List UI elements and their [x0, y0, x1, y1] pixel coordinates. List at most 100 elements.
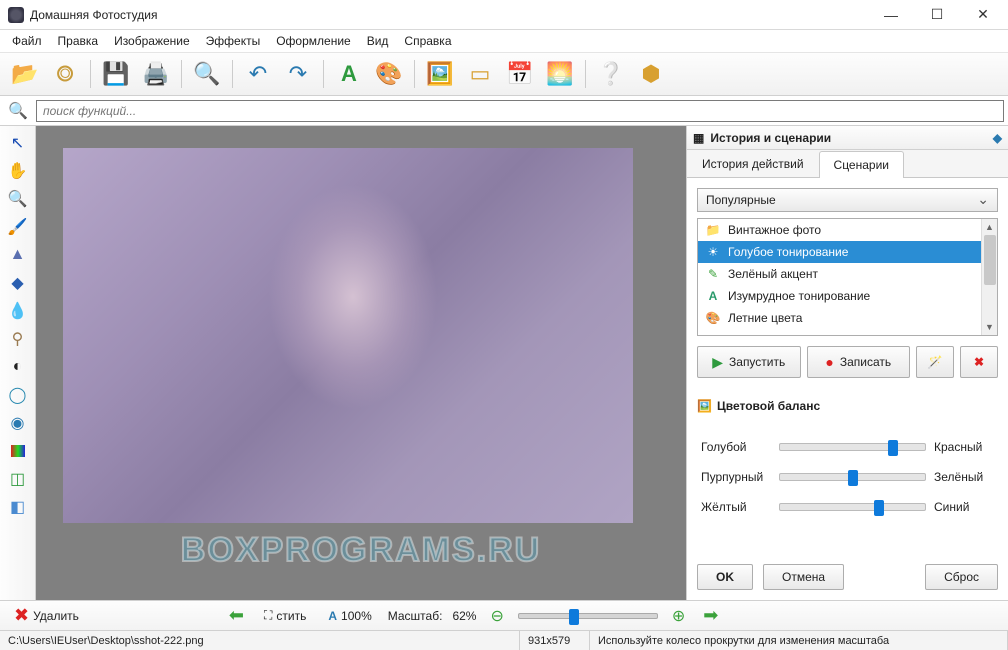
stamp-tool-icon[interactable]: ⚲ [4, 326, 32, 352]
right-panel-body: Популярные 📁 Винтажное фото ☀ Голубое то… [687, 178, 1008, 558]
search-icon[interactable]: 🔍 [0, 101, 36, 121]
delete-button[interactable]: ✖ Удалить [8, 603, 85, 628]
swirl-tool-icon[interactable]: ◯ [4, 382, 32, 408]
preset-label: Изумрудное тонирование [728, 289, 870, 303]
film-reel-icon[interactable]: ⭗ [46, 56, 84, 92]
drop-light-tool-icon[interactable]: ◆ [4, 270, 32, 296]
maximize-button[interactable]: ☐ [914, 0, 960, 30]
cancel-button[interactable]: Отмена [763, 564, 844, 590]
home-icon[interactable]: ⬢ [632, 56, 670, 92]
minimize-button[interactable]: — [868, 0, 914, 30]
search-row: 🔍 [0, 96, 1008, 126]
blur-tool-icon[interactable]: 💧 [4, 298, 32, 324]
canvas-area[interactable]: BOXPROGRAMS.RU [36, 126, 686, 600]
menu-edit[interactable]: Правка [50, 31, 107, 51]
toolbar-separator [323, 60, 324, 88]
menu-image[interactable]: Изображение [106, 31, 198, 51]
drop-dark-tool-icon[interactable]: ▲ [4, 242, 32, 268]
save-icon[interactable]: 💾 [97, 56, 135, 92]
zoom-100-button[interactable]: A 100% [322, 607, 377, 625]
menu-effects[interactable]: Эффекты [198, 31, 269, 51]
record-icon: ● [825, 354, 833, 370]
menu-view[interactable]: Вид [359, 31, 397, 51]
menu-design[interactable]: Оформление [268, 31, 358, 51]
fit-icon: ⛶ [264, 608, 272, 623]
next-image-icon[interactable]: ➡ [699, 605, 722, 626]
pencil-icon: ✎ [706, 267, 720, 281]
preset-item-emerald-toning[interactable]: A Изумрудное тонирование [698, 285, 997, 307]
color-bars-tool-icon[interactable] [4, 438, 32, 464]
image-frame-icon[interactable]: ▭ [461, 56, 499, 92]
slider-thumb[interactable] [874, 500, 884, 516]
right-panel-tabs: История действий Сценарии [687, 150, 1008, 178]
delete-action-button[interactable]: ✖ [960, 346, 998, 378]
balance-slider-magenta-green[interactable] [779, 473, 926, 481]
eraser-tool-icon[interactable]: ◧ [4, 494, 32, 520]
titlebar: Домашняя Фотостудия — ☐ ✕ [0, 0, 1008, 30]
preset-item-summer-colors[interactable]: 🎨 Летние цвета [698, 307, 997, 329]
eye-tool-icon[interactable]: ◉ [4, 410, 32, 436]
help-icon[interactable]: ❔ [592, 56, 630, 92]
tab-history[interactable]: История действий [687, 150, 819, 177]
toolbar-separator [181, 60, 182, 88]
balance-slider-cyan-red[interactable] [779, 443, 926, 451]
close-button[interactable]: ✕ [960, 0, 1006, 30]
fit-button[interactable]: ⛶ стить [258, 606, 312, 625]
zoom-100-label: 100% [341, 609, 372, 623]
balance-slider-yellow-blue[interactable] [779, 503, 926, 511]
zoom-slider[interactable] [518, 613, 658, 619]
preset-item-green-accent[interactable]: ✎ Зелёный акцент [698, 263, 997, 285]
tool-action-button[interactable]: 🪄 [916, 346, 954, 378]
balance-row-magenta-green: Пурпурный Зелёный [701, 462, 994, 492]
calendar-icon[interactable]: 📅 [501, 56, 539, 92]
palette-icon[interactable]: 🎨 [370, 56, 408, 92]
zoom-in-icon[interactable]: ⊕ [668, 606, 689, 626]
zoom-value: 62% [452, 609, 476, 623]
text-icon[interactable]: A [330, 56, 368, 92]
bw-circle-tool-icon[interactable]: ◐ [4, 354, 32, 380]
left-toolbox: ↖ ✋ 🔍 🖌️ ▲ ◆ 💧 ⚲ ◐ ◯ ◉ ◫ ◧ [0, 126, 36, 600]
status-filepath: C:\Users\IEUser\Desktop\sshot-222.png [0, 631, 520, 650]
scroll-up-icon[interactable]: ▲ [982, 219, 997, 235]
run-button[interactable]: ▶ Запустить [697, 346, 801, 378]
search-input[interactable] [36, 100, 1004, 122]
menu-help[interactable]: Справка [396, 31, 459, 51]
crop-tool-icon[interactable]: ◫ [4, 466, 32, 492]
brush-tool-icon[interactable]: 🖌️ [4, 214, 32, 240]
image-sun-icon[interactable]: 🌅 [541, 56, 579, 92]
slider-thumb[interactable] [848, 470, 858, 486]
zoom-out-icon[interactable]: ⊖ [486, 606, 507, 626]
reset-button[interactable]: Сброс [925, 564, 998, 590]
scroll-thumb[interactable] [984, 235, 996, 285]
watermark-text: BOXPROGRAMS.RU [181, 531, 541, 570]
collapse-icon[interactable]: ◆ [993, 131, 1002, 145]
zoom-tool-icon[interactable]: 🔍 [4, 186, 32, 212]
ok-button[interactable]: OK [697, 564, 753, 590]
tab-scenarios[interactable]: Сценарии [819, 151, 904, 178]
balance-left-label: Жёлтый [701, 500, 771, 514]
menu-file[interactable]: Файл [4, 31, 50, 51]
slider-thumb[interactable] [888, 440, 898, 456]
page-preview-icon[interactable]: 🔍 [188, 56, 226, 92]
print-icon[interactable]: 🖨️ [137, 56, 175, 92]
hand-tool-icon[interactable]: ✋ [4, 158, 32, 184]
record-button[interactable]: ● Записать [807, 346, 911, 378]
preset-label: Зелёный акцент [728, 267, 818, 281]
redo-icon[interactable]: ↷ [279, 56, 317, 92]
dropdown-value: Популярные [706, 193, 776, 207]
preset-scrollbar[interactable]: ▲ ▼ [981, 219, 997, 335]
prev-image-icon[interactable]: ⬅ [225, 605, 248, 626]
preset-label: Винтажное фото [728, 223, 821, 237]
scroll-down-icon[interactable]: ▼ [982, 319, 997, 335]
balance-right-label: Зелёный [934, 470, 994, 484]
image-thumb-icon[interactable]: 🖼️ [421, 56, 459, 92]
preset-item-vintage[interactable]: 📁 Винтажное фото [698, 219, 997, 241]
x-icon: ✖ [974, 355, 984, 369]
preset-item-blue-toning[interactable]: ☀ Голубое тонирование [698, 241, 997, 263]
right-panel: ▦ История и сценарии ◆ История действий … [686, 126, 1008, 600]
preset-category-dropdown[interactable]: Популярные [697, 188, 998, 212]
zoom-slider-thumb[interactable] [569, 609, 579, 625]
undo-icon[interactable]: ↶ [239, 56, 277, 92]
pointer-tool-icon[interactable]: ↖ [4, 130, 32, 156]
open-folder-icon[interactable]: 📂 [6, 56, 44, 92]
